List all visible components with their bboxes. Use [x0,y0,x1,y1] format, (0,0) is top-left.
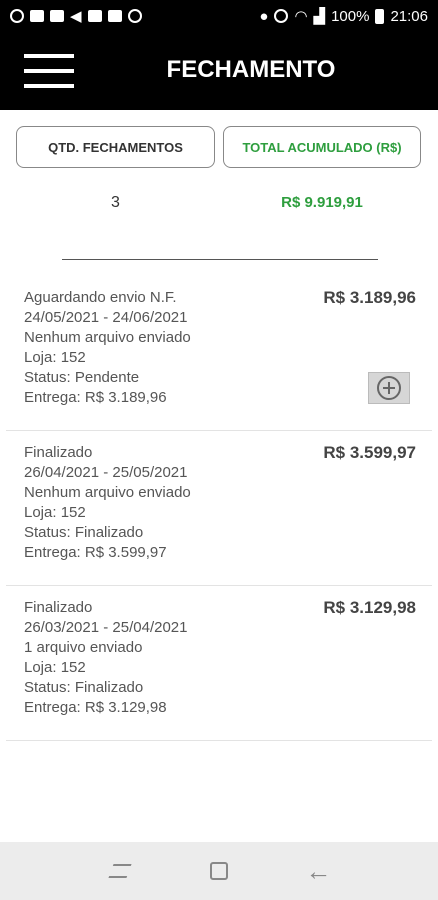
item-details: Aguardando envio N.F. 24/05/2021 - 24/06… [24,288,191,408]
total-acumulado-value: R$ 9.919,91 [281,194,363,211]
back-icon: ← [305,855,332,886]
send-icon: ◀ [70,8,82,25]
item-amount: R$ 3.129,98 [323,598,416,617]
item-status: Status: Finalizado [24,679,144,696]
qtd-fechamentos-value: 3 [111,194,120,211]
qtd-fechamentos-button[interactable]: QTD. FECHAMENTOS [16,126,215,168]
add-circle-icon [377,376,401,400]
battery-percent: 100% [331,7,370,25]
item-files: Nenhum arquivo enviado [24,484,191,501]
page-title: FECHAMENTO [166,56,336,83]
whatsapp-icon [127,9,142,23]
recent-apps-icon [108,864,132,878]
item-status: Status: Finalizado [24,524,144,541]
clock: 21:06 [390,7,428,25]
item-amount: R$ 3.189,96 [323,288,416,307]
summary-divider [62,259,378,260]
status-bar: ◀ ● ◠ ▟ 100% 21:06 [0,0,438,32]
item-store: Loja: 152 [24,659,86,676]
item-delivery: Entrega: R$ 3.189,96 [24,389,167,406]
image-icon [87,10,102,22]
item-files: 1 arquivo enviado [24,639,143,656]
item-period: 26/04/2021 - 25/05/2021 [24,464,188,481]
item-status-title: Finalizado [24,444,93,461]
infinity-icon [30,10,44,22]
item-status: Status: Pendente [24,369,140,386]
home-button[interactable] [199,851,239,891]
fechamento-list: Aguardando envio N.F. 24/05/2021 - 24/06… [0,276,438,741]
item-details: Finalizado 26/04/2021 - 25/05/2021 Nenhu… [24,443,191,563]
item-store: Loja: 152 [24,349,86,366]
do-not-disturb-icon [274,9,289,23]
system-nav-bar: ← [0,842,438,900]
status-bar-left: ◀ [10,7,142,25]
recent-apps-button[interactable] [100,851,140,891]
list-item[interactable]: Aguardando envio N.F. 24/05/2021 - 24/06… [6,276,432,431]
item-status-title: Aguardando envio N.F. [24,289,177,306]
status-bar-right: ● ◠ ▟ 100% 21:06 [259,7,428,26]
location-icon: ● [259,7,269,25]
item-delivery: Entrega: R$ 3.599,97 [24,544,167,561]
list-item[interactable]: Finalizado 26/04/2021 - 25/05/2021 Nenhu… [6,431,432,586]
item-status-title: Finalizado [24,599,93,616]
wifi-icon: ◠ [294,8,308,25]
app-bar: FECHAMENTO [0,32,438,110]
home-icon [209,862,228,880]
item-delivery: Entrega: R$ 3.129,98 [24,699,167,716]
list-item[interactable]: Finalizado 26/03/2021 - 25/04/2021 1 arq… [6,586,432,741]
gallery-icon [50,10,64,22]
back-button[interactable]: ← [298,851,338,891]
battery-icon [375,8,385,24]
item-details: Finalizado 26/03/2021 - 25/04/2021 1 arq… [24,598,187,718]
item-files: Nenhum arquivo enviado [24,329,191,346]
item-amount: R$ 3.599,97 [323,443,416,462]
app-icon [10,9,24,23]
item-period: 26/03/2021 - 25/04/2021 [24,619,188,636]
item-store: Loja: 152 [24,504,86,521]
mail-icon [107,10,122,22]
item-period: 24/05/2021 - 24/06/2021 [24,309,188,326]
total-acumulado-button[interactable]: TOTAL ACUMULADO (R$) [223,126,421,168]
signal-icon: ▟ [313,8,326,25]
add-file-button[interactable] [368,372,410,404]
